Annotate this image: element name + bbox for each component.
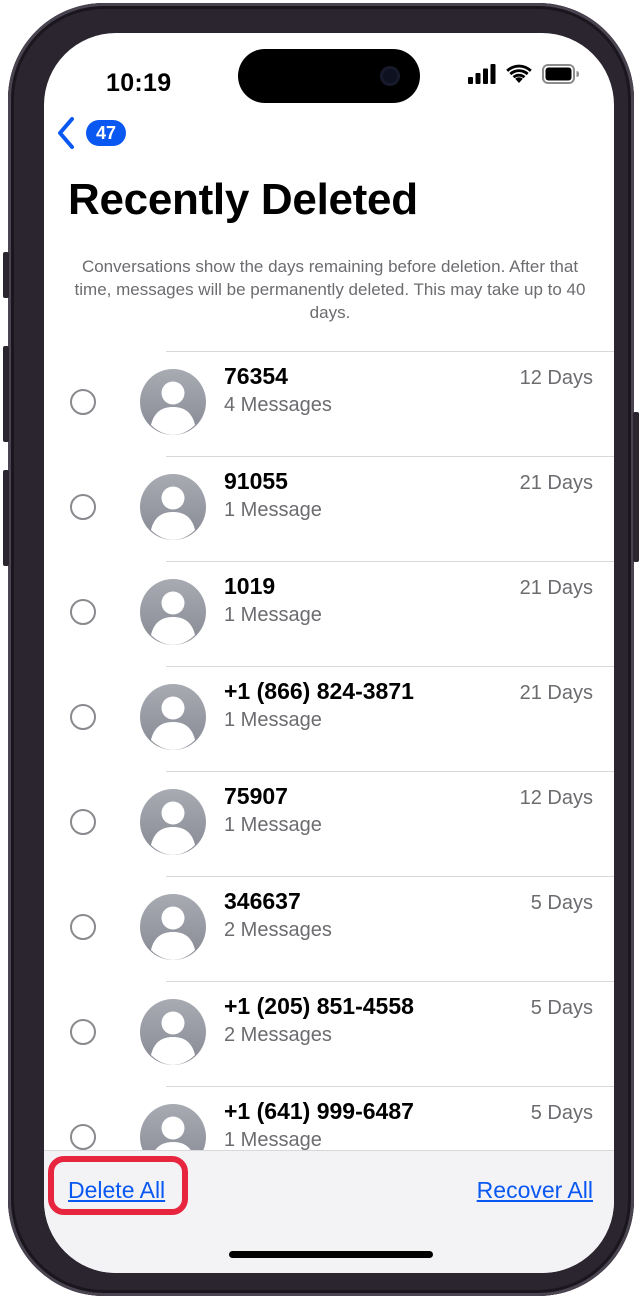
conversation-row[interactable]: 91055 1 Message 21 Days bbox=[44, 456, 614, 561]
phone-frame: 10:19 47 Recently Deleted Conversations … bbox=[8, 3, 634, 1296]
action-button bbox=[3, 252, 9, 298]
screen: 10:19 47 Recently Deleted Conversations … bbox=[44, 33, 614, 1273]
back-button[interactable]: 47 bbox=[54, 115, 127, 151]
conversation-name: 91055 bbox=[224, 468, 288, 494]
conversation-name: 346637 bbox=[224, 888, 301, 914]
cellular-signal-icon bbox=[468, 64, 496, 84]
message-count: 1 Message bbox=[224, 604, 322, 626]
contact-avatar-icon bbox=[140, 579, 206, 645]
days-remaining: 12 Days bbox=[519, 367, 593, 389]
conversation-name: +1 (866) 824-3871 bbox=[224, 678, 414, 704]
conversation-row[interactable]: 75907 1 Message 12 Days bbox=[44, 771, 614, 876]
days-remaining: 12 Days bbox=[519, 787, 593, 809]
radio-unselected-icon[interactable] bbox=[70, 389, 96, 415]
days-remaining: 5 Days bbox=[530, 892, 593, 914]
battery-icon bbox=[542, 64, 579, 84]
days-remaining: 21 Days bbox=[519, 472, 593, 494]
message-count: 1 Message bbox=[224, 709, 322, 731]
contact-avatar-icon bbox=[140, 474, 206, 540]
conversation-row[interactable]: +1 (866) 824-3871 1 Message 21 Days bbox=[44, 666, 614, 771]
radio-unselected-icon[interactable] bbox=[70, 599, 96, 625]
page-description: Conversations show the days remaining be… bbox=[74, 257, 586, 322]
days-remaining: 5 Days bbox=[530, 997, 593, 1019]
recover-all-button[interactable]: Recover All bbox=[477, 1177, 593, 1204]
conversation-name: +1 (641) 999-6487 bbox=[224, 1098, 414, 1124]
conversation-list: 76354 4 Messages 12 Days 91055 1 Message 21 D… bbox=[44, 351, 614, 1191]
conversation-row[interactable]: +1 (205) 851-4558 2 Messages 5 Days bbox=[44, 981, 614, 1086]
message-count: 4 Messages bbox=[224, 394, 332, 416]
contact-avatar-icon bbox=[140, 999, 206, 1065]
front-camera bbox=[380, 66, 400, 86]
contact-avatar-icon bbox=[140, 894, 206, 960]
volume-down-button bbox=[3, 470, 9, 566]
days-remaining: 5 Days bbox=[530, 1102, 593, 1124]
back-unread-badge: 47 bbox=[86, 120, 127, 146]
message-count: 2 Messages bbox=[224, 1024, 332, 1046]
volume-up-button bbox=[3, 346, 9, 442]
radio-unselected-icon[interactable] bbox=[70, 809, 96, 835]
message-count: 1 Message bbox=[224, 499, 322, 521]
status-icons bbox=[468, 63, 580, 85]
dynamic-island bbox=[238, 49, 420, 103]
days-remaining: 21 Days bbox=[519, 682, 593, 704]
contact-avatar-icon bbox=[140, 684, 206, 750]
page-title: Recently Deleted bbox=[68, 175, 418, 224]
message-count: 1 Message bbox=[224, 814, 322, 836]
conversation-name: +1 (205) 851-4558 bbox=[224, 993, 414, 1019]
home-indicator bbox=[229, 1251, 433, 1258]
message-count: 1 Message bbox=[224, 1129, 322, 1151]
radio-unselected-icon[interactable] bbox=[70, 1124, 96, 1150]
conversation-name: 75907 bbox=[224, 783, 288, 809]
contact-avatar-icon bbox=[140, 789, 206, 855]
radio-unselected-icon[interactable] bbox=[70, 1019, 96, 1045]
days-remaining: 21 Days bbox=[519, 577, 593, 599]
status-time: 10:19 bbox=[106, 69, 172, 97]
side-button bbox=[633, 412, 639, 562]
message-count: 2 Messages bbox=[224, 919, 332, 941]
radio-unselected-icon[interactable] bbox=[70, 494, 96, 520]
contact-avatar-icon bbox=[140, 369, 206, 435]
conversation-row[interactable]: 346637 2 Messages 5 Days bbox=[44, 876, 614, 981]
conversation-name: 76354 bbox=[224, 363, 288, 389]
back-chevron-icon bbox=[58, 117, 74, 149]
delete-all-button[interactable]: Delete All bbox=[68, 1177, 165, 1204]
wifi-icon bbox=[506, 64, 532, 83]
radio-unselected-icon[interactable] bbox=[70, 704, 96, 730]
radio-unselected-icon[interactable] bbox=[70, 914, 96, 940]
conversation-row[interactable]: 76354 4 Messages 12 Days bbox=[44, 351, 614, 456]
conversation-row[interactable]: 1019 1 Message 21 Days bbox=[44, 561, 614, 666]
conversation-name: 1019 bbox=[224, 573, 276, 599]
